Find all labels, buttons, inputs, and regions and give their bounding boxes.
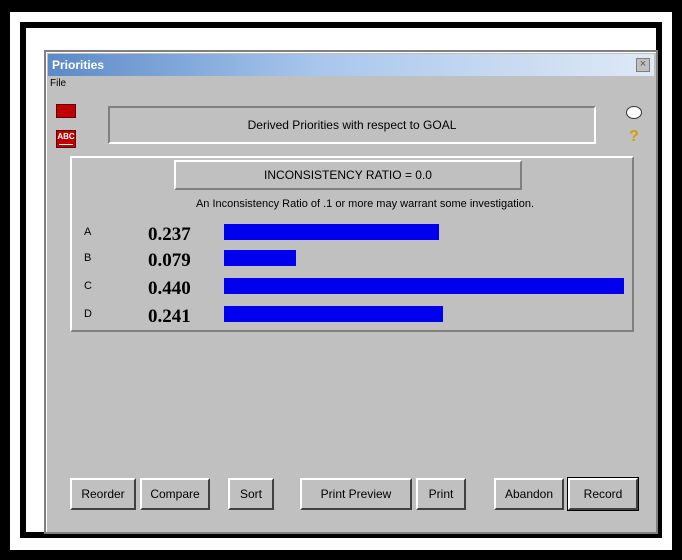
reorder-button-label: Reorder — [81, 487, 125, 501]
priority-label: A — [84, 226, 92, 238]
priority-row-a: A 0.237 — [46, 222, 660, 246]
record-button[interactable]: Record — [567, 477, 639, 511]
inconsistency-ratio-box: INCONSISTENCY RATIO = 0.0 — [174, 160, 522, 190]
priority-row-c: C 0.440 — [46, 276, 660, 300]
priority-bar — [224, 224, 439, 240]
window-title: Priorities — [52, 58, 105, 72]
menu-bar: File — [50, 78, 66, 92]
help-icon[interactable]: ? — [626, 128, 642, 146]
reorder-button[interactable]: Reorder — [70, 478, 136, 510]
abandon-button[interactable]: Abandon — [494, 478, 564, 510]
record-button-label: Record — [583, 487, 623, 501]
title-bar: Priorities × — [48, 54, 654, 76]
speech-bubble-icon[interactable] — [626, 106, 642, 119]
inconsistency-ratio-label: INCONSISTENCY RATIO = 0.0 — [264, 168, 432, 182]
priority-value: 0.079 — [148, 250, 191, 271]
priority-bar — [224, 278, 624, 294]
compare-button[interactable]: Compare — [140, 478, 210, 510]
print-preview-button-label: Print Preview — [320, 487, 392, 501]
close-icon[interactable]: × — [636, 58, 650, 72]
graph-icon[interactable] — [56, 104, 76, 118]
print-preview-button[interactable]: Print Preview — [300, 478, 412, 510]
priority-value: 0.440 — [148, 278, 191, 299]
priority-label: B — [84, 252, 92, 264]
priority-label: D — [84, 308, 92, 320]
priority-value: 0.241 — [148, 306, 191, 327]
priority-label: C — [84, 280, 92, 292]
compare-button-label: Compare — [150, 487, 200, 501]
priority-bar — [224, 306, 443, 322]
abc-icon-label: ABC — [57, 132, 75, 141]
sort-button-label: Sort — [239, 487, 262, 501]
priority-row-b: B 0.079 — [46, 248, 660, 272]
print-button[interactable]: Print — [416, 478, 466, 510]
priority-row-d: D 0.241 — [46, 304, 660, 328]
priority-bar — [224, 250, 296, 266]
print-button-label: Print — [428, 487, 454, 501]
inconsistency-note-text: An Inconsistency Ratio of .1 or more may… — [195, 198, 535, 210]
header-box: Derived Priorities with respect to GOAL — [108, 106, 596, 144]
header-title: Derived Priorities with respect to GOAL — [247, 118, 457, 132]
menu-file[interactable]: File — [50, 78, 66, 89]
inconsistency-note: An Inconsistency Ratio of .1 or more may… — [46, 198, 660, 210]
priority-value: 0.237 — [148, 224, 191, 245]
abandon-button-label: Abandon — [504, 487, 554, 501]
abc-icon[interactable]: ABC — [56, 130, 76, 148]
sort-button[interactable]: Sort — [228, 478, 274, 510]
priorities-window: Priorities × File ABC Derived Priorities… — [44, 50, 658, 534]
